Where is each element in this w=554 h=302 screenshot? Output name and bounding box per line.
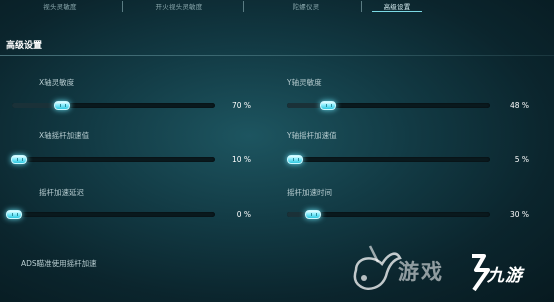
tab-bar: 视头灵敏度 开火视头灵敏度 陀螺仪灵 高级设置 xyxy=(0,0,554,14)
slider-thumb-x-sensitivity[interactable] xyxy=(54,101,70,110)
tab-advanced-settings[interactable]: 高级设置 xyxy=(372,0,422,12)
value-stick-accel-time: 30 % xyxy=(509,210,529,219)
value-y-stick-accel: 5 % xyxy=(514,155,529,164)
slider-thumb-y-stick-accel[interactable] xyxy=(287,155,303,164)
slider-thumb-x-stick-accel[interactable] xyxy=(11,155,27,164)
slider-thumb-stick-accel-delay[interactable] xyxy=(6,210,22,219)
setting-label-x-stick-accel: X轴摇杆加速值 xyxy=(39,131,90,140)
brand-logo-text: 九游 xyxy=(487,266,523,286)
slider-y-sensitivity[interactable] xyxy=(287,103,490,108)
slider-x-stick-accel[interactable] xyxy=(12,157,215,162)
value-x-sensitivity: 70 % xyxy=(231,101,251,110)
tab-divider xyxy=(122,1,123,12)
setting-label-x-sensitivity: X轴灵敏度 xyxy=(39,78,75,87)
watermark-logo xyxy=(353,245,490,292)
slider-stick-accel-delay[interactable] xyxy=(12,212,215,217)
value-x-stick-accel: 10 % xyxy=(231,155,251,164)
value-y-sensitivity: 48 % xyxy=(509,101,529,110)
setting-label-y-stick-accel: Y轴摇杆加速值 xyxy=(287,131,337,140)
slider-y-stick-accel[interactable] xyxy=(287,157,490,162)
watermark-text: 游戏 xyxy=(398,260,444,284)
bird-logo-icon xyxy=(353,245,402,290)
tab-fire-view-sensitivity[interactable]: 开火视头灵敏度 xyxy=(135,0,223,12)
slider-thumb-stick-accel-time[interactable] xyxy=(305,210,321,219)
slider-thumb-y-sensitivity[interactable] xyxy=(320,101,336,110)
section-title: 高级设置 xyxy=(6,41,43,51)
section-divider xyxy=(0,55,554,56)
tab-gyroscope[interactable]: 陀螺仪灵 xyxy=(272,0,340,12)
setting-label-y-sensitivity: Y轴灵敏度 xyxy=(287,78,322,87)
ads-stick-accel-label[interactable]: ADS瞄准使用摇杆加速 xyxy=(21,258,97,269)
tab-divider xyxy=(361,1,362,12)
setting-label-stick-accel-delay: 摇杆加速延迟 xyxy=(39,188,84,197)
setting-label-stick-accel-time: 摇杆加速时间 xyxy=(287,188,332,197)
slider-x-sensitivity[interactable] xyxy=(12,103,215,108)
value-stick-accel-delay: 0 % xyxy=(236,210,251,219)
tab-view-sensitivity[interactable]: 视头灵敏度 xyxy=(20,0,100,12)
tab-divider xyxy=(243,1,244,12)
